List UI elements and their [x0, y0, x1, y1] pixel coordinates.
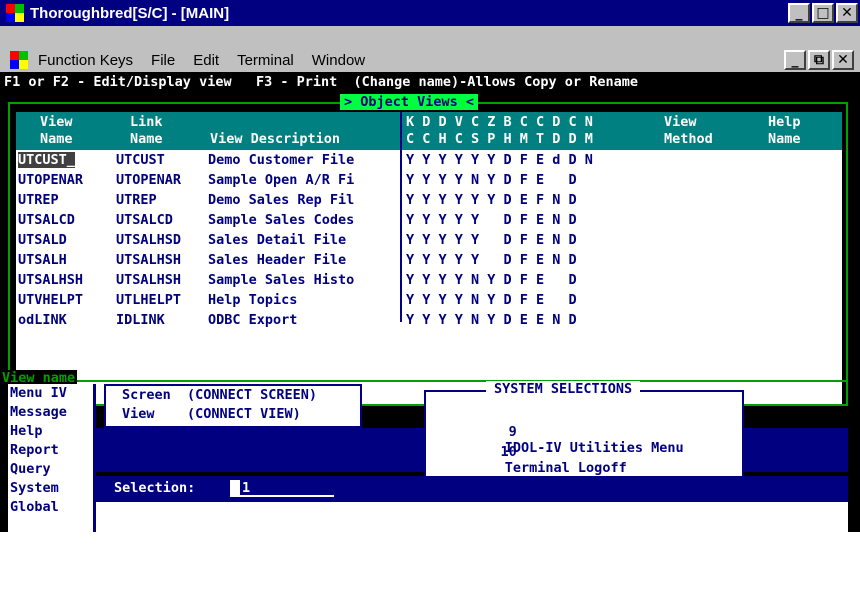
description-cell: Help Topics — [208, 292, 298, 308]
object-views-title: > Object Views < — [340, 94, 479, 110]
view-name-cell[interactable]: UTOPENAR — [18, 172, 83, 188]
selection-label: Selection: — [114, 480, 196, 496]
view-name-cell[interactable]: UTSALHSH — [18, 272, 83, 288]
flags-cell: Y Y Y Y N Y D F E D — [406, 272, 577, 288]
close-button[interactable]: ✕ — [836, 3, 858, 23]
link-name-cell: UTSALHSH — [116, 252, 182, 268]
menu-terminal[interactable]: Terminal — [237, 52, 294, 69]
function-key-hints: F1 or F2 - Edit/Display view F3 - Print … — [4, 74, 638, 90]
flags-cell: Y Y Y Y Y Y D E F N D — [406, 192, 577, 208]
window-titlebar[interactable]: Thoroughbred[S/C] - [MAIN] _ □ ✕ — [0, 0, 860, 26]
menu-option-message[interactable]: Message — [8, 403, 93, 422]
list-item[interactable]: odLINK IDLINK ODBC Export Y Y Y Y N Y D … — [16, 312, 842, 332]
status-area — [96, 502, 848, 534]
link-name-cell: UTSALCD — [116, 212, 173, 228]
terminal-screen[interactable]: F1 or F2 - Edit/Display view F3 - Print … — [0, 72, 860, 538]
flags-cell: Y Y Y Y N Y D F E D — [406, 292, 577, 308]
connect-screen-option[interactable]: Screen (CONNECT SCREEN) — [106, 386, 360, 405]
menu-option-menu-iv[interactable]: Menu IV — [8, 384, 93, 403]
flags-cell: Y Y Y Y N Y D F E D — [406, 172, 577, 188]
window-title: Thoroughbred[S/C] - [MAIN] — [30, 4, 230, 22]
view-name-cell[interactable]: UTSALH — [18, 252, 67, 268]
selection-bar: Selection: 1 — [96, 476, 848, 502]
header-view-name: View Name — [40, 114, 73, 147]
flags-cell: Y Y Y Y N Y D E E N D — [406, 312, 577, 328]
menu-window[interactable]: Window — [312, 52, 365, 69]
description-cell: Sample Sales Codes — [208, 212, 355, 228]
header-flags-top: K D D V C Z B C C D C N — [406, 114, 593, 130]
list-item[interactable]: UTREP UTREP Demo Sales Rep Fil Y Y Y Y Y… — [16, 192, 842, 212]
menu-edit[interactable]: Edit — [193, 52, 219, 69]
link-name-cell: UTSALHSD — [116, 232, 182, 248]
view-name-cell[interactable]: UTSALD — [18, 232, 67, 248]
view-name-cell[interactable]: UTSALCD — [18, 212, 75, 228]
minimize-button[interactable]: _ — [788, 3, 810, 23]
menu-option-help[interactable]: Help — [8, 422, 93, 441]
list-item[interactable]: UTSALCD UTSALCD Sample Sales Codes Y Y Y… — [16, 212, 842, 232]
selection-value: 1 — [242, 480, 251, 496]
link-name-cell: IDLINK — [116, 312, 165, 328]
text-cursor — [230, 480, 240, 496]
selection-input[interactable]: 1 — [230, 480, 334, 497]
header-view-description: View Description — [210, 131, 341, 147]
menu-function-keys[interactable]: Function Keys — [38, 52, 133, 69]
list-item[interactable]: UTOPENAR UTOPENAR Sample Open A/R Fi Y Y… — [16, 172, 842, 192]
list-item[interactable]: UTSALD UTSALHSD Sales Detail File Y Y Y … — [16, 232, 842, 252]
document-icon[interactable] — [10, 51, 28, 69]
header-view-method: View Method — [664, 114, 713, 147]
list-item[interactable]: UTSALH UTSALHSH Sales Header File Y Y Y … — [16, 252, 842, 272]
description-cell: ODBC Export — [208, 312, 298, 328]
view-name-cell[interactable]: odLINK — [18, 312, 67, 328]
flags-cell: Y Y Y Y Y Y D F E d D N — [406, 152, 593, 168]
list-item[interactable]: UTSALHSH UTSALHSH Sample Sales Histo Y Y… — [16, 272, 842, 292]
view-name-cell[interactable]: UTCUST_ — [18, 152, 75, 168]
menubar: Function Keys File Edit Terminal Window … — [0, 26, 860, 72]
menu-option-report[interactable]: Report — [8, 441, 93, 460]
description-cell: Sample Open A/R Fi — [208, 172, 355, 188]
window-empty-area — [0, 532, 860, 607]
menu-file[interactable]: File — [151, 52, 175, 69]
system-selections-box: SYSTEM SELECTIONS 9 IDOL-IV Utilities Me… — [424, 381, 744, 482]
description-cell: Sales Header File — [208, 252, 347, 268]
list-item[interactable]: UTVHELPT UTLHELPT Help Topics Y Y Y Y N … — [16, 292, 842, 312]
view-name-cell[interactable]: UTVHELPT — [18, 292, 83, 308]
view-name-cell[interactable]: UTREP — [18, 192, 59, 208]
link-name-cell: UTCUST — [116, 152, 165, 168]
link-name-cell: UTREP — [116, 192, 157, 208]
flags-cell: Y Y Y Y Y D F E N D — [406, 252, 577, 268]
header-help-name: Help Name — [768, 114, 801, 147]
mdi-close-button[interactable]: ✕ — [832, 50, 854, 70]
header-flags-bottom: C C H C S P H M T D D M — [406, 131, 593, 147]
menu-option-query[interactable]: Query — [8, 460, 93, 479]
list-item[interactable]: UTCUST_ UTCUST Demo Customer File Y Y Y … — [16, 152, 842, 172]
thoroughbred-horse-icon — [6, 4, 24, 22]
description-cell: Sample Sales Histo — [208, 272, 355, 288]
system-selections-title: SYSTEM SELECTIONS — [486, 381, 641, 397]
connect-view-option[interactable]: View (CONNECT VIEW) — [106, 405, 360, 424]
view-name-divider — [8, 380, 848, 382]
selection-number: 10 — [500, 444, 517, 460]
header-link-name: Link Name — [130, 114, 163, 147]
selection-label: Terminal Logoff — [504, 460, 627, 476]
flags-cell: Y Y Y Y Y D F E N D — [406, 212, 577, 228]
menu-option-global[interactable]: Global — [8, 498, 93, 517]
maximize-button[interactable]: □ — [812, 3, 834, 23]
description-cell: Sales Detail File — [208, 232, 347, 248]
description-cell: Demo Customer File — [208, 152, 355, 168]
link-name-cell: UTSALHSH — [116, 272, 182, 288]
menu-option-system[interactable]: System — [8, 479, 93, 498]
link-name-cell: UTLHELPT — [116, 292, 182, 308]
left-menu: Menu IV Message Help Report Query System… — [8, 384, 96, 538]
connect-box: Screen (CONNECT SCREEN) View (CONNECT VI… — [104, 384, 362, 428]
link-name-cell: UTOPENAR — [116, 172, 182, 188]
mdi-restore-button[interactable]: ⧉ — [808, 50, 830, 70]
object-views-list: UTCUST_ UTCUST Demo Customer File Y Y Y … — [16, 152, 842, 332]
flags-cell: Y Y Y Y Y D F E N D — [406, 232, 577, 248]
description-cell: Demo Sales Rep Fil — [208, 192, 355, 208]
mdi-minimize-button[interactable]: _ — [784, 50, 806, 70]
